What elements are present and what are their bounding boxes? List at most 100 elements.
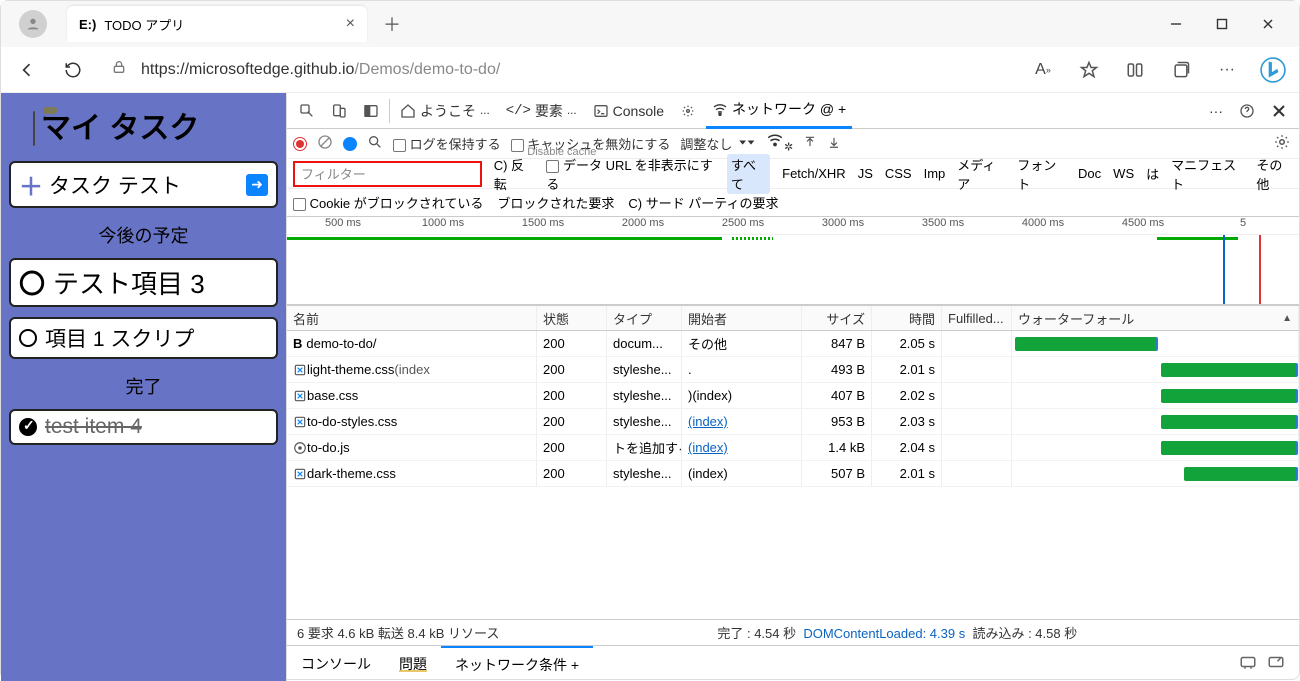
filter-ws[interactable]: WS [1113,166,1134,181]
filter-row: フィルター C) 反転 データ URL を非表示にする すべて Fetch/XH… [287,159,1299,189]
todo-item-3[interactable]: 〇 テスト項目 3 [9,258,278,307]
clear-button[interactable] [317,134,333,153]
done-label: 完了 [9,373,278,399]
drawer-console[interactable]: コンソール [287,646,385,681]
devtools-drawer-tabs: コンソール 問題 ネットワーク条件 + [287,645,1299,681]
invert-label[interactable]: 反転 [494,158,524,192]
table-row[interactable]: light-theme.css(index200styleshe....493 … [287,357,1299,383]
filter-manifest[interactable]: マニフェスト [1171,155,1244,193]
disable-cache-checkbox[interactable] [511,139,524,152]
table-row[interactable]: B demo-to-do/200docum...その他847 B2.05 s [287,331,1299,357]
wifi-conditions-icon[interactable]: ✲ [766,133,793,154]
filter-input[interactable]: フィルター [293,161,482,187]
preserve-checkbox[interactable] [393,139,406,152]
inspect-icon[interactable] [293,93,321,129]
timeline-ruler: 500 ms1000 ms1500 ms2000 ms2500 ms3000 m… [287,217,1299,235]
split-icon[interactable] [1117,52,1153,88]
gear-icon[interactable] [1273,133,1291,156]
upload-icon[interactable] [803,134,817,153]
todo-item-label: テスト項目 3 [53,264,205,301]
circle-icon [19,329,37,347]
collections-icon[interactable] [1163,52,1199,88]
drawer-icon-1[interactable] [1239,655,1257,672]
help-icon[interactable] [1233,93,1261,129]
filter-doc[interactable]: Doc [1078,166,1101,181]
check-icon [19,418,37,436]
network-toolbar: ログを保持する キャッシュを無効にするDisable cache 調整なし ✲ [287,129,1299,159]
table-row[interactable]: dark-theme.css200styleshe...(index)507 B… [287,461,1299,487]
devtools-panel: ようこそ... </>要素... Console ネットワーク @ + ··· … [286,93,1299,681]
close-window-button[interactable] [1245,7,1291,41]
url-path: /Demos/demo-to-do/ [354,61,500,79]
bing-icon[interactable] [1255,52,1291,88]
filter-img[interactable]: Imp [924,166,946,181]
task-input-text: タスク テスト [49,170,181,200]
filter-fetch[interactable]: Fetch/XHR [782,166,846,181]
filter-media[interactable]: メディア [957,155,1005,193]
download-icon[interactable] [827,134,841,153]
status-summary: 6 要求 4.6 kB 転送 8.4 kB リソース [297,623,499,642]
devtools-tabs: ようこそ... </>要素... Console ネットワーク @ + ··· [287,93,1299,129]
task-input[interactable]: ＋ タスク テスト ➜ [9,161,278,208]
todo-item-1[interactable]: 項目 1 スクリプ [9,317,278,359]
page-title: マイ タスク [33,103,278,147]
browser-tab[interactable]: E:) TODO アプリ × [67,6,367,42]
timeline-overview[interactable] [287,235,1299,305]
reload-button[interactable] [55,52,91,88]
preserve-label: ログを保持する [410,137,501,152]
table-row[interactable]: base.css200styleshe...)(index)407 B2.02 … [287,383,1299,409]
lock-icon [111,59,127,80]
tab-welcome[interactable]: ようこそ... [394,93,496,129]
browser-toolbar: https://microsoftedge.github.io/Demos/de… [1,47,1299,93]
table-header[interactable]: 名前 状態 タイプ 開始者 サイズ 時間 Fulfilled... ウォーターフ… [287,305,1299,331]
page-title-text: マイ タスク [41,112,199,145]
profile-avatar[interactable] [19,10,47,38]
todo-item-label: 項目 1 スクリプ [45,323,194,353]
close-icon[interactable]: × [346,15,355,33]
blocked-requests-label[interactable]: ブロックされた要求 [497,193,614,212]
devtools-more-icon[interactable]: ··· [1203,93,1229,129]
table-row[interactable]: to-do-styles.css200styleshe...(index)953… [287,409,1299,435]
tab-favicon: E:) [79,17,96,32]
filter-js[interactable]: JS [858,166,873,181]
drawer-icon-2[interactable] [1267,655,1285,672]
thirdparty-label[interactable]: サード パーティの要求 [646,196,779,211]
address-bar[interactable]: https://microsoftedge.github.io/Demos/de… [101,53,1015,87]
throttle-select[interactable]: 調整なし [680,134,756,153]
tab-title: TODO アプリ [104,15,339,34]
filter-other[interactable]: その他 [1256,155,1293,193]
favorite-icon[interactable] [1071,52,1107,88]
submit-icon[interactable]: ➜ [246,174,268,196]
table-row[interactable]: to-do.js200トを追加する(index)1.4 kB2.04 s [287,435,1299,461]
hide-urls-checkbox[interactable] [546,160,559,173]
search-icon[interactable] [367,134,383,153]
filter-toggle-icon[interactable] [343,137,357,151]
page-content: マイ タスク ＋ タスク テスト ➜ 今後の予定 〇 テスト項目 3 項目 1 … [1,93,286,681]
devtools-close-icon[interactable] [1265,93,1293,129]
clipboard-icon [33,111,35,146]
back-button[interactable] [9,52,45,88]
drawer-network-conditions[interactable]: ネットワーク条件 + [441,646,593,681]
device-icon[interactable] [325,93,353,129]
maximize-button[interactable] [1199,7,1245,41]
filter-css[interactable]: CSS [885,166,912,181]
tab-elements[interactable]: </>要素... [500,93,583,129]
tab-console[interactable]: Console [587,93,670,129]
more-icon[interactable]: ··· [1209,52,1245,88]
filter-wasm[interactable]: は [1146,164,1159,183]
filter-all[interactable]: すべて [727,154,770,194]
read-aloud-icon[interactable]: A» [1025,52,1061,88]
cookie-blocked-checkbox[interactable] [293,198,306,211]
filter-row-2: Cookie がブロックされている ブロックされた要求 C) サード パーティの… [287,189,1299,217]
drawer-issues[interactable]: 問題 [385,646,441,681]
minimize-button[interactable] [1153,7,1199,41]
dock-icon[interactable] [357,93,385,129]
new-tab-button[interactable]: ＋ [377,9,407,39]
tab-network[interactable]: ネットワーク @ + [706,93,852,129]
plus-icon: ＋ [19,167,43,202]
tab-sources-indicator[interactable] [674,93,702,129]
todo-item-done[interactable]: test item 4 [9,409,278,445]
todo-item-label: test item 4 [45,415,142,439]
record-button[interactable] [293,137,307,151]
filter-font[interactable]: フォント [1017,155,1066,193]
